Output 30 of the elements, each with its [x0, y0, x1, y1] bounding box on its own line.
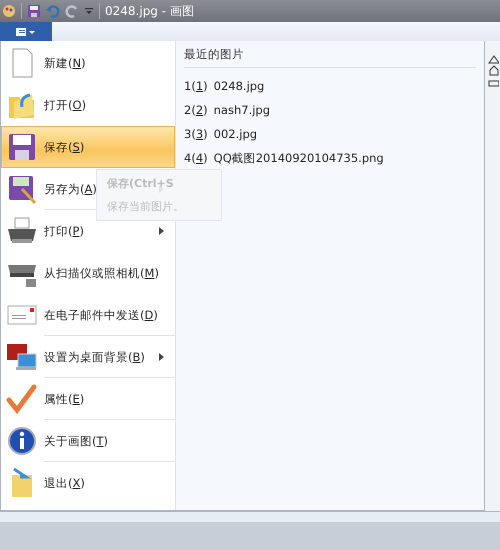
shape-icon — [486, 53, 498, 89]
menu-item[interactable]: 打开(O) — [1, 84, 175, 126]
menu-icon — [6, 341, 38, 373]
menu-icon — [6, 173, 38, 205]
menu-item[interactable]: 关于画图(T) — [1, 420, 175, 462]
recent-file[interactable]: 1(1) 0248.jpg — [184, 74, 476, 98]
recent-file[interactable]: 3(3) 002.jpg — [184, 122, 476, 146]
redo-icon[interactable] — [65, 4, 79, 18]
dropdown-icon[interactable] — [84, 6, 94, 16]
recent-file[interactable]: 2(2) nash7.jpg — [184, 98, 476, 122]
menu-icon — [6, 425, 38, 457]
paint-app-icon[interactable] — [2, 4, 16, 18]
file-menu-button[interactable] — [0, 22, 52, 41]
menu-item[interactable]: 在电子邮件中发送(D) — [1, 294, 175, 336]
menu-item[interactable]: 从扫描仪或照相机(M) — [1, 252, 175, 294]
menu-item[interactable]: 设置为桌面背景(B) — [1, 336, 175, 378]
submenu-arrow-icon — [159, 353, 164, 361]
menu-item[interactable]: 保存(S) — [1, 126, 175, 168]
menu-item[interactable]: 属性(E) — [1, 378, 175, 420]
recent-heading: 最近的图片 — [184, 47, 476, 68]
submenu-arrow-icon — [159, 227, 164, 235]
menu-icon — [6, 383, 38, 415]
save-icon[interactable] — [27, 4, 41, 18]
tooltip-title: 保存(Ctrl+S — [107, 176, 175, 191]
menu-icon — [15, 26, 37, 36]
menu-icon — [6, 131, 38, 163]
window-title: 0248.jpg - 画图 — [105, 2, 194, 20]
recent-file[interactable]: 4(4) QQ截图20140920104735.png — [184, 146, 476, 170]
menu-item[interactable]: 退出(X) — [1, 462, 175, 504]
menu-item[interactable]: 新建(N) — [1, 42, 175, 84]
